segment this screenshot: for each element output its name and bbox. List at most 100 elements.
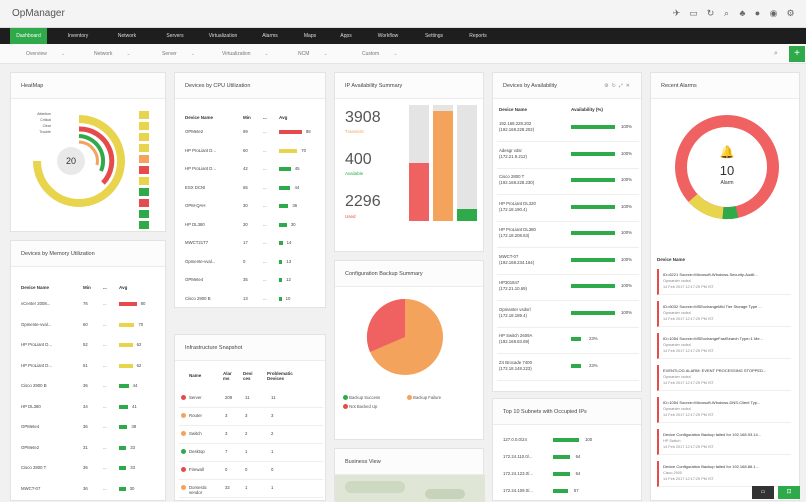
device-name[interactable]: HP DL380 (185, 222, 205, 227)
device-name[interactable]: Cisco 2900 B (21, 383, 47, 388)
device-count[interactable]: 1 (245, 449, 247, 454)
heatmap-cell[interactable] (139, 221, 149, 229)
category-name[interactable]: Firewall (189, 467, 221, 472)
device-name[interactable]: HP ProLiant DL380 (172.18.208.63) (499, 227, 565, 239)
problematic-count[interactable]: 11 (271, 395, 275, 400)
problematic-count[interactable]: 1 (271, 485, 273, 490)
heatmap-cell[interactable] (139, 144, 149, 152)
subnet-name[interactable]: 172.24.109.0/... (503, 488, 533, 493)
help-icon[interactable]: ◉ (768, 8, 779, 19)
menu-apps[interactable]: Apps (330, 28, 362, 44)
device-name[interactable]: HP DL380 (21, 404, 41, 409)
problematic-count[interactable]: 3 (271, 413, 273, 418)
category-name[interactable]: Desktop (189, 449, 221, 454)
device-name[interactable]: HP ProLiant DL320 (172.18.190.4) (499, 201, 565, 213)
tab-network[interactable]: Network ⌄ (94, 44, 131, 64)
heatmap-cell[interactable] (139, 122, 149, 130)
alarm-item[interactable]: Device Configuration Backup failed for 1… (657, 461, 791, 487)
rocket-icon[interactable]: ✈ (671, 8, 682, 19)
search-icon[interactable]: ⌕ (721, 8, 732, 19)
category-name[interactable]: Router (189, 413, 221, 418)
alarm-count[interactable]: 3 (225, 431, 227, 436)
category-name[interactable]: Server (189, 395, 221, 400)
problematic-count[interactable]: 2 (271, 431, 273, 436)
device-name[interactable]: Opmente-vval... (21, 322, 51, 327)
device-name[interactable]: MWCT-07 (192.168.234.164) (499, 254, 565, 266)
device-name[interactable]: Opmanter vsdsrl (172.18.189.4) (499, 307, 565, 319)
device-name[interactable]: HP301847 (172.21.10.69) (499, 280, 565, 292)
device-name[interactable]: HP Switch 2609A (192.168.83.69) (499, 333, 565, 345)
device-count[interactable]: 2 (245, 431, 247, 436)
heatmap-cell[interactable] (139, 111, 149, 119)
alarm-item[interactable]: ID=1054 Source=Microsoft-Windows-DNS-Cli… (657, 397, 791, 423)
menu-alarms[interactable]: Alarms (252, 28, 288, 44)
chat-icon[interactable]: ● (752, 8, 763, 19)
device-name[interactable]: Cisco 2800 T (21, 465, 46, 470)
menu-dashboard[interactable]: Dashboard (10, 28, 47, 44)
tab-ncm[interactable]: NCM ⌄ (298, 44, 328, 64)
alarm-item[interactable]: EVENTLOG ALARM: EVENT PROCESSING STOPPED… (657, 365, 791, 391)
heatmap-cell[interactable] (139, 199, 149, 207)
heatmap-cell[interactable] (139, 210, 149, 218)
tab-custom[interactable]: Custom ⌄ (362, 44, 397, 64)
subnet-name[interactable]: 172.24.123.0/... (503, 471, 533, 476)
menu-settings[interactable]: Settings (414, 28, 454, 44)
alarm-item[interactable]: ID=6221 Source=Microsoft-Windows-Securit… (657, 269, 791, 295)
map-view[interactable] (335, 475, 485, 502)
search-icon[interactable]: ⌕ (774, 50, 782, 58)
device-name[interactable]: Z4 Brocade 7400 (172.18.148.223) (499, 360, 565, 372)
device-name[interactable]: MWCT-07 (21, 486, 40, 491)
alarm-count[interactable]: 0 (225, 467, 227, 472)
device-name[interactable]: 192.168.228.202 (192.168.228.202) (499, 121, 565, 133)
heatmap-cell[interactable] (139, 133, 149, 141)
device-name[interactable]: ESX DCNI (185, 185, 205, 190)
category-name[interactable]: Domestic vendor (189, 485, 221, 495)
quick-action-button[interactable]: ⊡ (778, 486, 800, 499)
subnet-name[interactable]: 172.24.110.0/... (503, 454, 533, 459)
device-name[interactable]: OPMete2 (185, 129, 203, 134)
tab-virtualization[interactable]: Virtualization ⌄ (222, 44, 269, 64)
tab-server[interactable]: Server ⌄ (162, 44, 195, 64)
device-count[interactable]: 0 (245, 467, 247, 472)
alarm-count[interactable]: 7 (225, 449, 227, 454)
heatmap-cell[interactable] (139, 177, 149, 185)
device-name[interactable]: OPMete4 (185, 277, 203, 282)
add-widget-button[interactable]: + (789, 46, 805, 62)
device-name[interactable]: Opmente-vval... (185, 259, 215, 264)
category-name[interactable]: Switch (189, 431, 221, 436)
problematic-count[interactable]: 0 (271, 467, 273, 472)
tab-overview[interactable]: Overview ⌄ (26, 44, 65, 64)
refresh-icon[interactable]: ↻ (705, 8, 716, 19)
problematic-count[interactable]: 1 (271, 449, 273, 454)
subnet-name[interactable]: 127.0.0.0/24 (503, 437, 527, 442)
settings-icon[interactable]: ⚙ (785, 8, 796, 19)
device-name[interactable]: HP ProLiant D... (21, 363, 52, 368)
device-name[interactable]: Adesgr vdsr (172.21.9.212) (499, 148, 565, 160)
bell-icon[interactable]: ♣ (737, 8, 748, 19)
device-name[interactable]: OPMete2 (21, 445, 39, 450)
device-name[interactable]: Cisco 2900 B (185, 296, 211, 301)
heatmap-cell[interactable] (139, 155, 149, 163)
menu-reports[interactable]: Reports (458, 28, 498, 44)
menu-maps[interactable]: Maps (294, 28, 326, 44)
device-name[interactable]: OPM-QAH (185, 203, 206, 208)
menu-workflow[interactable]: Workflow (368, 28, 408, 44)
device-name[interactable]: OPMete4 (21, 424, 39, 429)
alarm-item[interactable]: ID=1054 Source=MSExchangeFastSearch Type… (657, 333, 791, 359)
alarm-count[interactable]: 3 (225, 413, 227, 418)
menu-servers[interactable]: Servers (155, 28, 195, 44)
device-name[interactable]: MWCT21T7 (185, 240, 208, 245)
menu-virtualization[interactable]: Virtualization (198, 28, 248, 44)
menu-network[interactable]: Network (107, 28, 147, 44)
device-count[interactable]: 1 (245, 485, 247, 490)
widget-toolbar[interactable]: ⚙↻⤢✕ (604, 83, 633, 89)
chat-toggle-button[interactable]: ▭ (752, 486, 774, 499)
device-count[interactable]: 3 (245, 413, 247, 418)
device-name[interactable]: Cisco 2800 T (192.168.228.230) (499, 174, 565, 186)
device-name[interactable]: HP ProLiant D... (185, 148, 216, 153)
alarm-count[interactable]: 209 (225, 395, 232, 400)
heatmap-cell[interactable] (139, 166, 149, 174)
menu-inventory[interactable]: Inventory (58, 28, 98, 44)
heatmap-cell[interactable] (139, 188, 149, 196)
alarm-item[interactable]: ID=6032 Source=MSExchangeMid Tier Storag… (657, 301, 791, 327)
